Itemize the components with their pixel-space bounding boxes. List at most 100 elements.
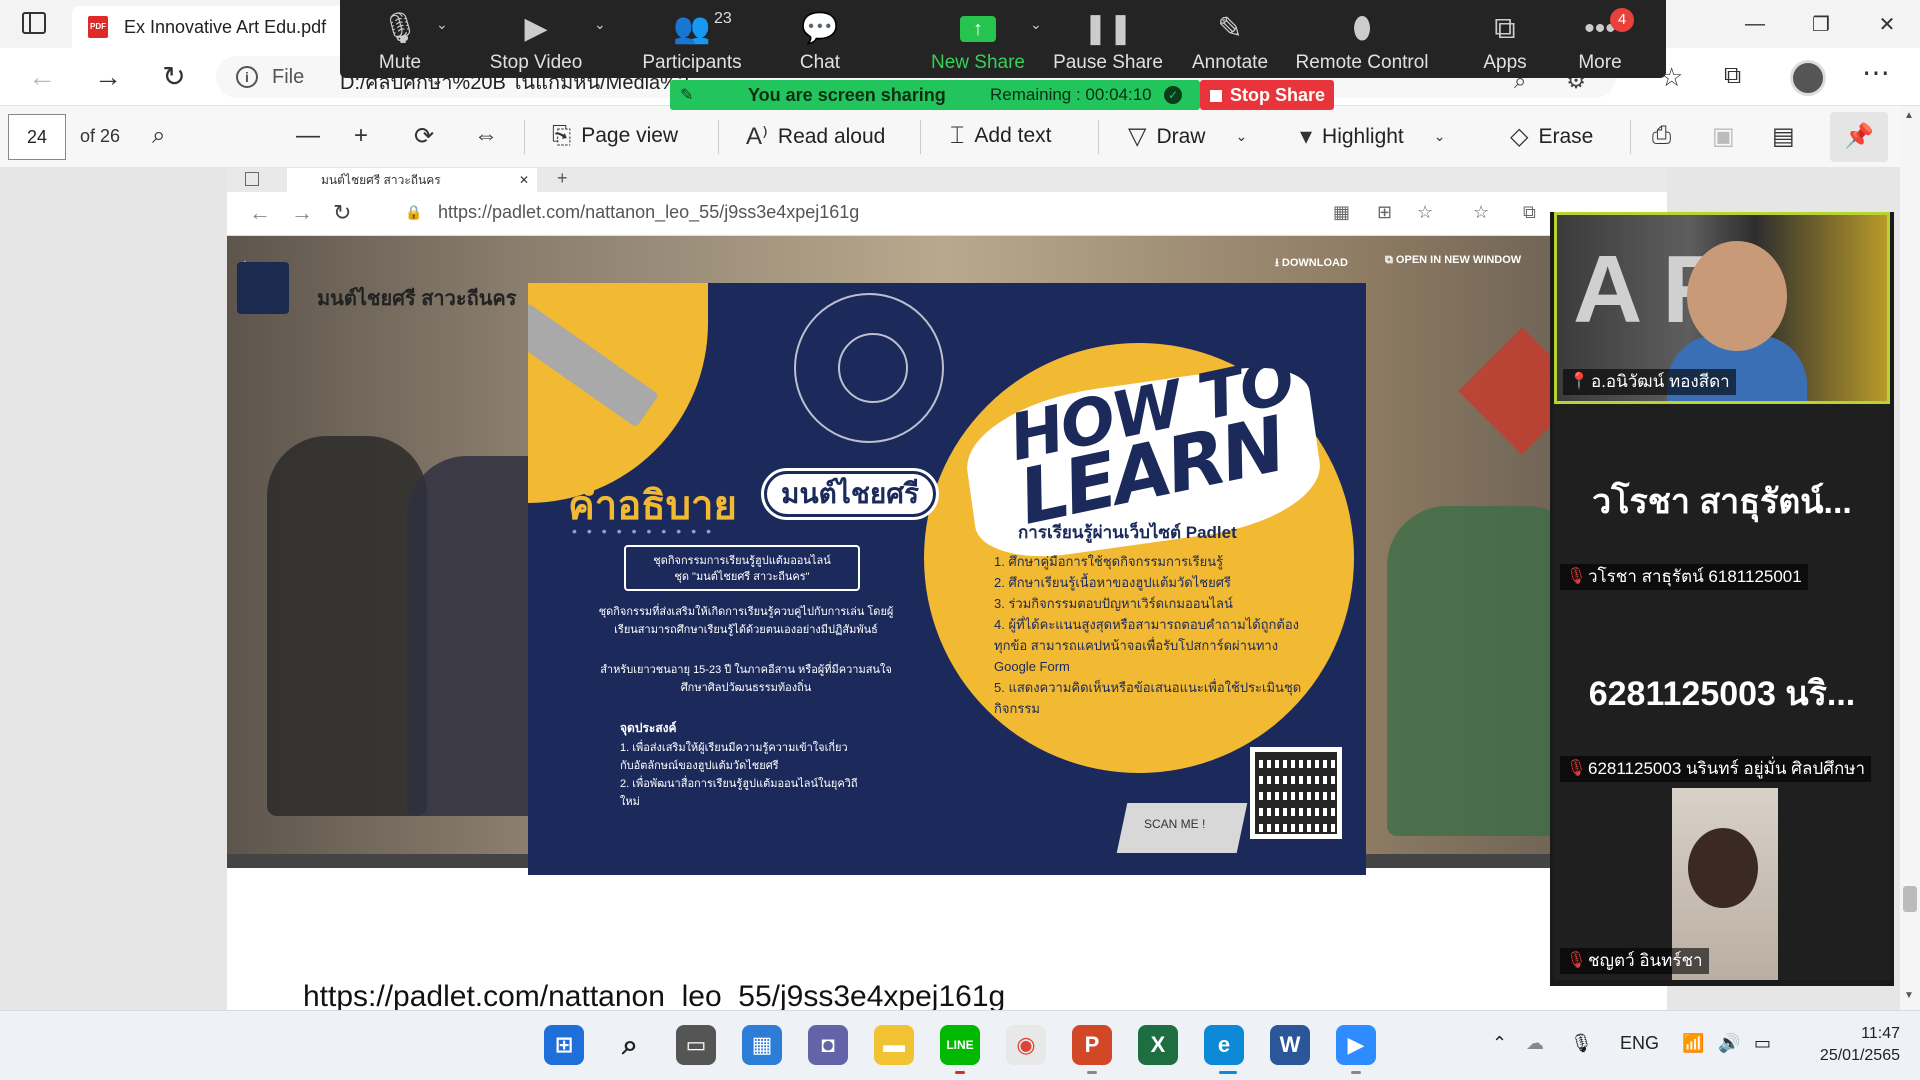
inner-tab-close-icon: ✕ [518, 173, 529, 187]
inner-favorites-icon: ☆ [1473, 202, 1490, 222]
battery-icon[interactable]: ▭ [1754, 1033, 1771, 1054]
eraser-icon: ◇ [1510, 123, 1529, 150]
add-text-button[interactable]: ⌶ Add text [950, 122, 1051, 150]
participants-button[interactable]: 👥 23 Participants [630, 0, 754, 78]
wifi-icon[interactable]: 📶 [1682, 1033, 1704, 1054]
stop-video-button[interactable]: ▶ ⌄ Stop Video [464, 0, 608, 78]
rotate-icon[interactable]: ⟳ [414, 122, 434, 151]
zoom-out-button[interactable]: — [296, 122, 320, 150]
more-button[interactable]: ••• 4 More [1564, 0, 1636, 78]
scroll-up-icon[interactable]: ▲ [1904, 110, 1914, 121]
refresh-button[interactable]: ↻ [156, 60, 192, 94]
pdf-page-link[interactable]: https://padlet.com/nattanon_leo_55/j9ss3… [303, 980, 1005, 1014]
microphone-icon: 🎙 [380, 12, 420, 45]
start-icon[interactable]: ⊞ [544, 1025, 584, 1065]
video-tile[interactable]: 6281125003 นริ... 🎙 6281125003 นรินทร์ อย… [1554, 596, 1890, 788]
save-icon[interactable]: ▣ [1712, 122, 1735, 151]
chat-button[interactable]: 💬 Chat [780, 0, 860, 78]
restore-button[interactable]: ❐ [1788, 0, 1854, 48]
poster-heading-pill: มนต์ไชยศรี [760, 468, 940, 520]
zoom-in-button[interactable]: + [354, 122, 368, 150]
vertical-scrollbar[interactable]: ▲ ▼ [1900, 106, 1920, 1010]
chevron-down-icon[interactable]: ⌄ [1235, 128, 1247, 145]
apps-icon: ⧉ [1494, 12, 1516, 45]
profile-avatar[interactable] [1790, 60, 1826, 96]
microphone-tray-icon[interactable]: 🎙 [1570, 1033, 1593, 1054]
mute-button[interactable]: 🎙 ⌄ Mute [340, 0, 460, 78]
info-icon[interactable]: i [236, 66, 258, 88]
fit-width-icon[interactable]: ⇔ [474, 122, 498, 150]
search-icon[interactable]: ⌕ [610, 1025, 650, 1065]
video-camera-icon: ▶ [524, 12, 548, 45]
scroll-down-icon[interactable]: ▼ [1904, 990, 1914, 1001]
browser-tab-pdf[interactable]: PDF Ex Innovative Art Edu.pdf [72, 6, 372, 48]
chevron-down-icon[interactable]: ⌄ [1030, 16, 1042, 33]
poster-goal: 2. เพื่อพัฒนาสื่อการเรียนรู้ฮูปแต้มออนไล… [620, 778, 858, 808]
widgets-icon[interactable]: ▦ [742, 1025, 782, 1065]
remaining-time: Remaining : 00:04:10 [990, 85, 1152, 104]
poster-step: 4. ผู้ที่ได้คะแนนสูงสุดหรือสามารถตอบคำถา… [994, 617, 1299, 674]
remote-control-button[interactable]: ⬮ Remote Control [1290, 0, 1434, 78]
poster-goal: 1. เพื่อส่งเสริมให้ผู้เรียนมีความรู้ความ… [620, 742, 848, 772]
poster-goal-title: จุดประสงค์ [620, 721, 677, 735]
browser-menu-icon[interactable]: ⋯ [1862, 56, 1890, 89]
word-icon[interactable]: W [1270, 1025, 1310, 1065]
excel-icon[interactable]: X [1138, 1025, 1178, 1065]
new-share-button[interactable]: ↑ ⌄ New Share [914, 0, 1042, 78]
close-window-button[interactable]: ✕ [1854, 0, 1920, 48]
video-tile[interactable]: 🎙 ชญตว์ อินทร์ชา [1554, 788, 1890, 980]
chrome-icon[interactable]: ◉ [1006, 1025, 1046, 1065]
padlet-open-new-window: ⧉ OPEN IN NEW WINDOW [1385, 254, 1522, 266]
clock[interactable]: 11:47 25/01/2565 [1800, 1023, 1900, 1067]
mic-muted-icon: 🎙 [1566, 760, 1587, 777]
running-indicator [955, 1071, 965, 1074]
minimize-button[interactable]: — [1722, 0, 1788, 48]
scrollbar-thumb[interactable] [1903, 886, 1917, 912]
participant-name: 🎙 6281125003 นรินทร์ อยู่มั่น ศิลปศึกษา [1560, 756, 1871, 782]
pin-toolbar-icon[interactable]: 📌 [1830, 112, 1888, 162]
pin-icon[interactable]: ✎ [680, 85, 693, 105]
qr-code-icon [1250, 747, 1342, 839]
apps-button[interactable]: ⧉ Apps [1470, 0, 1540, 78]
video-tile[interactable]: วโรชา สาธุรัตน์... 🎙 วโรชา สาธุรัตน์ 6181… [1554, 404, 1890, 596]
screen-sharing-bar[interactable]: ✎ You are screen sharing Remaining : 00:… [670, 80, 1200, 110]
add-text-icon: ⌶ [950, 122, 965, 149]
find-icon[interactable]: ⌕ [152, 122, 165, 150]
language-indicator[interactable]: ENG [1620, 1033, 1659, 1054]
highlight-button[interactable]: ▾ Highlight ⌄ [1300, 122, 1446, 151]
print-icon[interactable]: ⎙ [1652, 122, 1671, 150]
powerpoint-icon[interactable]: P [1072, 1025, 1112, 1065]
line-icon[interactable]: LINE [940, 1025, 980, 1065]
edge-icon[interactable]: e [1204, 1025, 1244, 1065]
teams-icon[interactable]: ◘ [808, 1025, 848, 1065]
chevron-down-icon[interactable]: ⌄ [1434, 128, 1446, 145]
poster-step: 2. ศึกษาเรียนรู้เนื้อหาของฮูปแต้มวัดไชยศ… [994, 575, 1231, 590]
save-as-icon[interactable]: ▤ [1772, 122, 1795, 151]
forward-button[interactable]: → [90, 60, 126, 94]
poster-dots: •••••••••• [572, 523, 722, 539]
volume-icon[interactable]: 🔊 [1718, 1033, 1740, 1054]
page-view-button[interactable]: ⎘ Page view [552, 122, 678, 150]
chevron-down-icon[interactable]: ⌄ [594, 16, 606, 33]
annotate-button[interactable]: ✎ Annotate [1178, 0, 1282, 78]
collections-icon[interactable]: ⧉ [1724, 62, 1741, 90]
read-aloud-button[interactable]: A⁾ Read aloud [746, 122, 885, 151]
tab-actions-icon[interactable] [22, 12, 46, 34]
mouse-icon: ⬮ [1352, 12, 1372, 45]
page-number-input[interactable]: 24 [8, 114, 66, 160]
zoom-icon[interactable]: ▶ [1336, 1025, 1376, 1065]
stop-share-button[interactable]: Stop Share [1200, 80, 1334, 110]
erase-button[interactable]: ◇ Erase [1510, 122, 1593, 151]
chevron-down-icon[interactable]: ⌄ [436, 16, 448, 33]
onedrive-icon[interactable]: ☁ [1526, 1033, 1544, 1054]
draw-button[interactable]: ▽ Draw ⌄ [1128, 122, 1247, 151]
file-explorer-icon[interactable]: ▬ [874, 1025, 914, 1065]
task-view-icon[interactable]: ▭ [676, 1025, 716, 1065]
pause-share-button[interactable]: ❚❚ Pause Share [1046, 0, 1170, 78]
video-tile-host[interactable]: AR 📍 อ.อนิวัฒน์ ทองสีดา [1554, 212, 1890, 404]
back-button[interactable]: ← [24, 60, 60, 94]
share-arrow-icon: ↑ [960, 16, 996, 42]
tray-overflow-icon[interactable]: ⌃ [1492, 1033, 1507, 1054]
active-indicator [1219, 1071, 1237, 1074]
inner-fav-icon: ☆ [1417, 202, 1434, 222]
